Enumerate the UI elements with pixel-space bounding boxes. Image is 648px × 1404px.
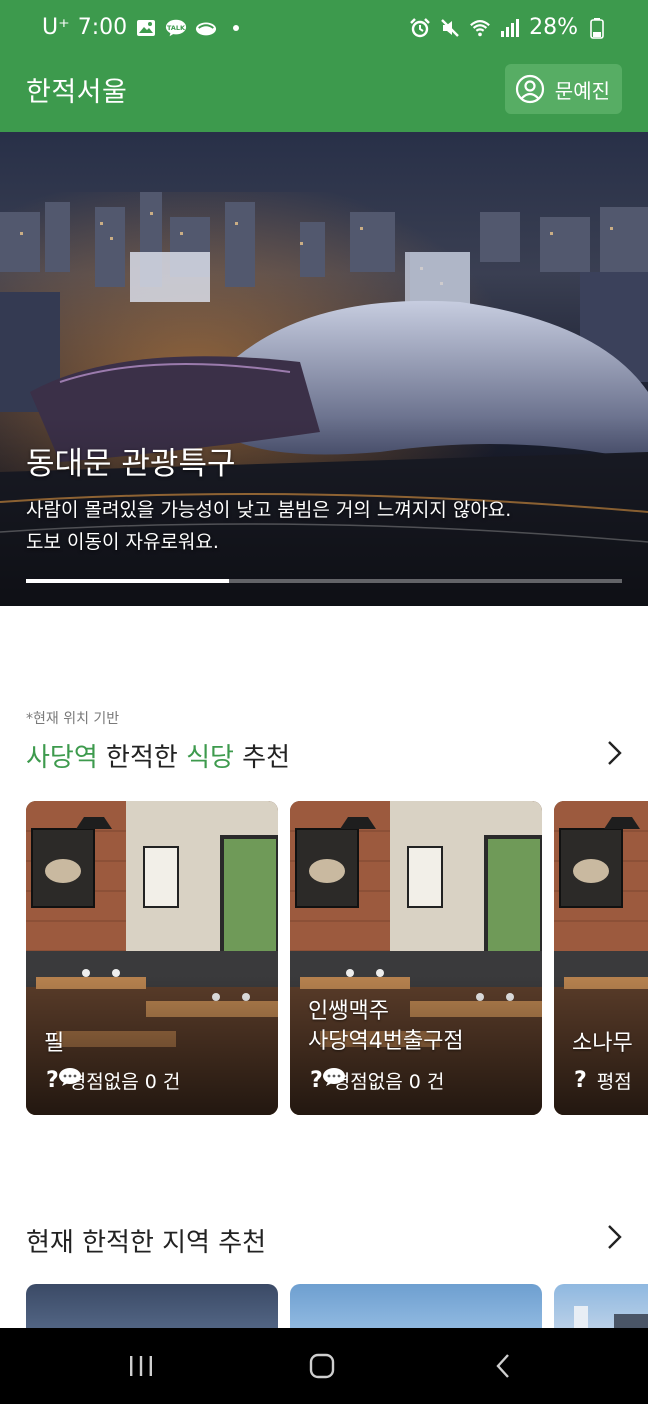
user-avatar-icon — [515, 74, 544, 104]
location-note: *현재 위치 기반 — [26, 711, 120, 727]
restaurant-card[interactable]: 필 ? 평점없음 0 건 — [26, 801, 278, 1115]
rating-question-icon: ? — [46, 1068, 59, 1093]
hero-slide-progress-fill — [26, 579, 229, 583]
hero-slide-progress — [26, 579, 622, 583]
svg-text:TALK: TALK — [167, 23, 186, 31]
review-bubble-icon — [59, 1068, 81, 1086]
hero-title: 동대문 관광특구 — [26, 446, 236, 482]
restaurants-more-chevron-icon[interactable] — [600, 739, 628, 767]
heading-place[interactable]: 사당역 — [26, 743, 98, 773]
area-card[interactable] — [554, 1284, 648, 1328]
app-header: U⁺ 7:00 TALK 28% 한적서울 문예진 — [0, 0, 648, 132]
system-nav-bar — [0, 1328, 648, 1404]
restaurant-card[interactable]: 인쌩맥주 사당역4번출구점 ? 평점없음 0 건 — [290, 801, 542, 1115]
areas-heading: 현재 한적한 지역 추천 — [26, 1228, 267, 1258]
restaurant-name-line2: 사당역4번출구점 — [308, 1029, 464, 1054]
rating-text: 평점 — [596, 1071, 632, 1093]
hero-description-line2: 도보 이동이 자유로워요. — [26, 531, 219, 553]
area-photo — [574, 1306, 648, 1328]
restaurant-meta: ? 평점없음 0 건 — [310, 1067, 444, 1094]
restaurant-carousel[interactable]: 필 ? 평점없음 0 건 인쌩맥주 사당역4번출구점 ? 평점없음 0 건 소나… — [26, 801, 648, 1115]
heading-type[interactable]: 식당 — [186, 743, 234, 773]
area-carousel[interactable] — [26, 1284, 648, 1328]
dot-icon — [225, 17, 247, 39]
home-button[interactable] — [302, 1350, 342, 1382]
hero-description-line1: 사람이 몰려있을 가능성이 낮고 붐빔은 거의 느껴지지 않아요. — [26, 499, 512, 521]
area-card[interactable] — [26, 1284, 278, 1328]
battery-percent: 28% — [529, 15, 578, 40]
recent-apps-icon — [130, 1356, 152, 1376]
areas-more-chevron-icon[interactable] — [600, 1223, 628, 1251]
wifi-icon — [469, 17, 491, 39]
rating-question-icon: ? — [310, 1068, 323, 1093]
restaurant-name: 소나무 — [572, 1029, 648, 1059]
restaurant-name-line1: 인쌩맥주 — [308, 999, 389, 1024]
restaurant-name: 필 — [44, 1029, 278, 1059]
restaurant-name-line1: 필 — [44, 1031, 65, 1056]
hero-banner[interactable]: 동대문 관광특구 사람이 몰려있을 가능성이 낮고 붐빔은 거의 느껴지지 않아… — [0, 132, 648, 606]
signal-icon — [499, 17, 521, 39]
clock: 7:00 — [77, 15, 128, 40]
area-card[interactable] — [290, 1284, 542, 1328]
review-count: 0 건 — [408, 1071, 445, 1093]
cloud-icon — [195, 17, 217, 39]
review-bubble-icon — [323, 1068, 345, 1086]
home-icon — [309, 1353, 335, 1379]
profile-name: 문예진 — [554, 78, 610, 103]
alarm-icon — [409, 17, 431, 39]
status-bar: U⁺ 7:00 TALK 28% — [0, 0, 648, 58]
recent-apps-button[interactable] — [121, 1350, 161, 1382]
app-title: 한적서울 — [26, 77, 128, 108]
restaurant-meta: ? 평점없음 0 건 — [46, 1067, 180, 1094]
kakaotalk-icon: TALK — [165, 17, 187, 39]
restaurants-heading: 사당역 한적한 식당 추천 — [26, 737, 290, 774]
carrier-label: U⁺ — [42, 15, 70, 40]
restaurant-card[interactable]: 소나무 ? 평점 — [554, 801, 648, 1115]
restaurant-name-line1: 소나무 — [572, 1031, 633, 1056]
gallery-icon — [135, 17, 157, 39]
mute-icon — [439, 17, 461, 39]
restaurant-name: 인쌩맥주 사당역4번출구점 — [308, 997, 542, 1057]
back-button[interactable] — [484, 1350, 524, 1382]
heading-mid: 한적한 — [97, 743, 187, 773]
hero-description: 사람이 몰려있을 가능성이 낮고 붐빔은 거의 느껴지지 않아요. 도보 이동이… — [26, 494, 626, 558]
profile-button[interactable]: 문예진 — [504, 64, 622, 114]
rating-question-icon: ? — [574, 1068, 587, 1093]
battery-icon — [586, 17, 608, 39]
heading-end: 추천 — [233, 743, 291, 773]
restaurant-meta: ? 평점 — [574, 1067, 632, 1094]
review-count: 0 건 — [144, 1071, 181, 1093]
back-chevron-icon — [496, 1354, 509, 1378]
